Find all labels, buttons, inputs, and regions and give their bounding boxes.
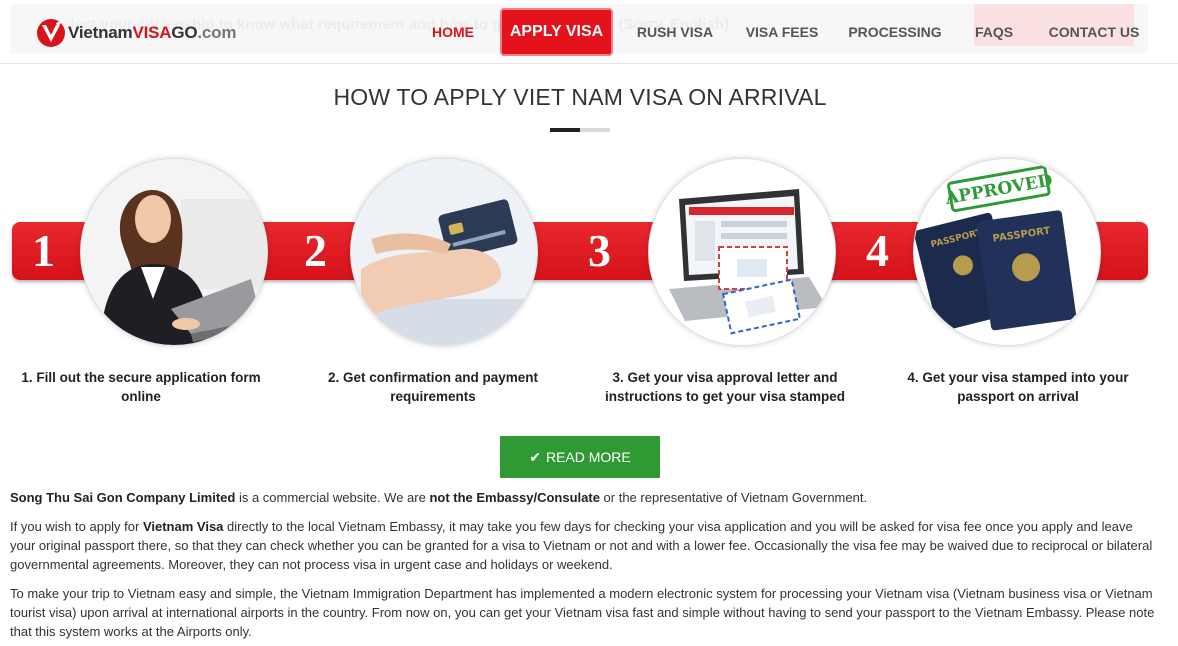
not-embassy-text: not the Embassy/Consulate [429, 490, 600, 505]
woman-laptop-illustration [81, 159, 267, 345]
step-1-label: 1. Fill out the secure application form … [21, 370, 261, 404]
step-2-image [350, 158, 538, 346]
step-number-2: 2 [304, 225, 327, 276]
nav-contact-us[interactable]: CONTACT US [1042, 8, 1146, 56]
logo-text: VietnamVISAGO.com [68, 23, 237, 42]
step-3-label: 3. Get your visa approval letter and ins… [604, 370, 846, 404]
step-number-4: 4 [866, 225, 889, 276]
read-more-label: READ MORE [545, 449, 631, 465]
laptop-envelopes-illustration [649, 159, 835, 345]
nav-visa-fees[interactable]: VISA FEES [740, 8, 824, 56]
read-more-button[interactable]: ✔ READ MORE [500, 436, 660, 478]
embassy-paragraph: If you wish to apply for Vietnam Visa di… [10, 519, 1153, 572]
nav-apply-visa[interactable]: APPLY VISA [500, 8, 613, 56]
logo-v-icon [37, 19, 65, 47]
step-2-label: 2. Get confirmation and payment requirem… [327, 370, 539, 404]
step-1-image [80, 158, 268, 346]
site-header: Select your citizenship to know what req… [0, 0, 1178, 64]
step-4-image: APPROVED PASSPORT PASSPORT [913, 158, 1101, 346]
step-4-label: 4. Get your visa stamped into your passp… [907, 370, 1129, 404]
nav-home[interactable]: HOME [424, 8, 482, 56]
step-number-3: 3 [588, 225, 611, 276]
step-3-image [648, 158, 836, 346]
approved-passports-illustration: APPROVED PASSPORT PASSPORT [914, 159, 1100, 345]
nav-processing[interactable]: PROCESSING [844, 8, 946, 56]
company-name: Song Thu Sai Gon Company Limited [10, 490, 236, 505]
nav-rush-visa[interactable]: RUSH VISA [630, 8, 720, 56]
credit-card-hand-illustration [351, 159, 537, 345]
disclaimer-paragraph: Song Thu Sai Gon Company Limited is a co… [10, 490, 868, 505]
title-underline [550, 128, 610, 132]
check-icon: ✔ [529, 448, 541, 465]
nav-faqs[interactable]: FAQS [966, 8, 1022, 56]
vietnam-visa-text: Vietnam Visa [142, 519, 224, 534]
immigration-paragraph: To make your trip to Vietnam easy and si… [10, 586, 1155, 639]
step-number-1: 1 [32, 225, 55, 276]
section-title: HOW TO APPLY VIET NAM VISA ON ARRIVAL [333, 84, 827, 110]
site-logo[interactable]: VietnamVISAGO.com [36, 18, 236, 48]
